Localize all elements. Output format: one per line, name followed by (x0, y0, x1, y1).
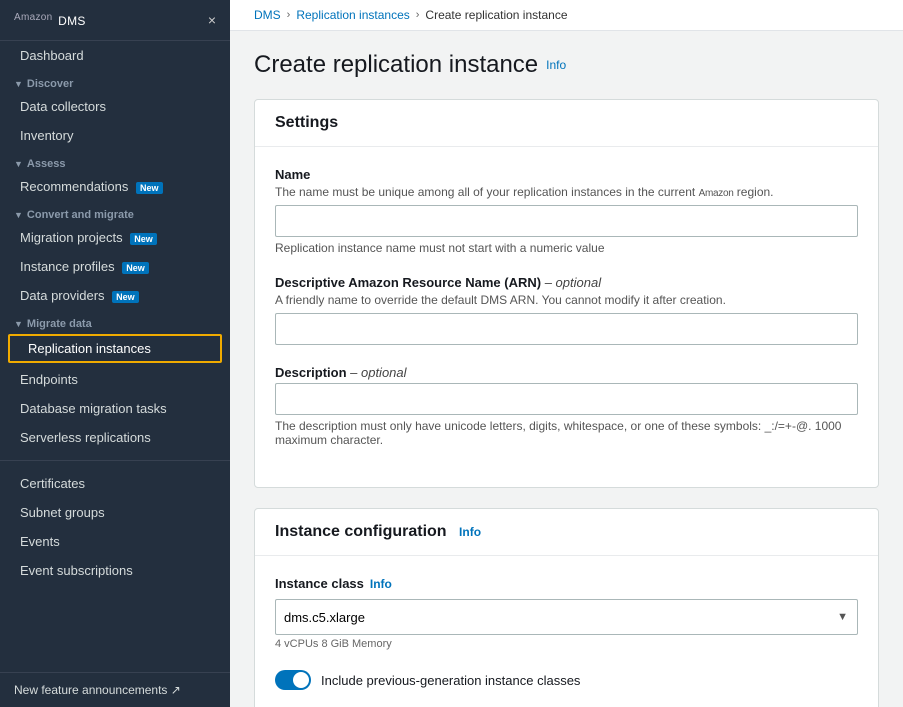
instance-profiles-badge: New (122, 262, 149, 274)
sidebar-item-replication-instances[interactable]: Replication instances (8, 334, 222, 363)
sidebar-logo: Amazon DMS (14, 12, 86, 28)
logo-prefix: Amazon (14, 12, 53, 23)
arn-desc: A friendly name to override the default … (275, 293, 858, 307)
previous-gen-toggle-row: Include previous-generation instance cla… (275, 670, 858, 690)
description-field-group: Description – optional The description m… (275, 365, 858, 447)
sidebar-divider-1 (0, 460, 230, 461)
sidebar-section-convert[interactable]: Convert and migrate (0, 201, 230, 223)
sidebar-item-subnet-groups[interactable]: Subnet groups (0, 498, 230, 527)
arn-input[interactable] (275, 313, 858, 345)
breadcrumb-replication-instances[interactable]: Replication instances (296, 8, 409, 22)
sidebar-header: Amazon DMS × (0, 0, 230, 41)
instance-config-card: Instance configuration Info Instance cla… (254, 508, 879, 707)
instance-config-body: Instance class Info dms.c5.xlarge dms.c5… (255, 556, 878, 707)
instance-class-info-link[interactable]: Info (370, 577, 392, 591)
content-area: Create replication instance Info Setting… (230, 31, 903, 707)
sidebar-item-data-providers[interactable]: Data providers New (0, 281, 230, 310)
breadcrumb: DMS › Replication instances › Create rep… (230, 0, 903, 31)
sidebar-close-button[interactable]: × (208, 12, 216, 28)
amazon-small-text: Amazon (699, 188, 734, 199)
settings-header: Settings (255, 100, 878, 147)
settings-title: Settings (275, 114, 858, 132)
sidebar-item-migration-projects[interactable]: Migration projects New (0, 223, 230, 252)
name-input[interactable] (275, 205, 858, 237)
sidebar-section-migrate[interactable]: Migrate data (0, 310, 230, 332)
data-providers-badge: New (112, 291, 139, 303)
arn-optional: – optional (545, 275, 601, 290)
sidebar-item-events[interactable]: Events (0, 527, 230, 556)
migration-projects-badge: New (130, 233, 157, 245)
instance-class-select-wrapper: dms.c5.xlarge dms.c5.2xlarge dms.c5.4xla… (275, 599, 858, 635)
name-field-group: Name The name must be unique among all o… (275, 167, 858, 255)
main-content: DMS › Replication instances › Create rep… (230, 0, 903, 707)
sidebar-item-endpoints[interactable]: Endpoints (0, 365, 230, 394)
recommendations-badge: New (136, 182, 163, 194)
description-label: Description – optional (275, 365, 858, 380)
previous-gen-label: Include previous-generation instance cla… (321, 673, 580, 688)
sidebar-item-certificates[interactable]: Certificates (0, 469, 230, 498)
breadcrumb-current: Create replication instance (425, 8, 567, 22)
sidebar-section-discover[interactable]: Discover (0, 70, 230, 92)
sidebar-item-instance-profiles[interactable]: Instance profiles New (0, 252, 230, 281)
sidebar-item-db-migration-tasks[interactable]: Database migration tasks (0, 394, 230, 423)
sidebar: Amazon DMS × Dashboard Discover Data col… (0, 0, 230, 707)
instance-config-title: Instance configuration Info (275, 523, 858, 541)
name-desc: The name must be unique among all of you… (275, 185, 858, 199)
instance-config-header: Instance configuration Info (255, 509, 878, 556)
arn-field-group: Descriptive Amazon Resource Name (ARN) –… (275, 275, 858, 345)
breadcrumb-sep-2: › (416, 9, 420, 21)
desc-hint: The description must only have unicode l… (275, 419, 858, 447)
previous-gen-toggle[interactable] (275, 670, 311, 690)
instance-class-group: Instance class Info dms.c5.xlarge dms.c5… (275, 576, 858, 650)
sidebar-item-dashboard[interactable]: Dashboard (0, 41, 230, 70)
sidebar-item-data-collectors[interactable]: Data collectors (0, 92, 230, 121)
instance-class-label: Instance class Info (275, 576, 858, 591)
settings-card: Settings Name The name must be unique am… (254, 99, 879, 488)
instance-class-desc: 4 vCPUs 8 GiB Memory (275, 638, 858, 650)
page-info-link[interactable]: Info (546, 58, 566, 72)
instance-config-info-link[interactable]: Info (459, 525, 481, 539)
sidebar-item-inventory[interactable]: Inventory (0, 121, 230, 150)
name-hint: Replication instance name must not start… (275, 241, 858, 255)
page-header: Create replication instance Info (254, 51, 879, 79)
page-title: Create replication instance (254, 51, 538, 79)
sidebar-item-recommendations[interactable]: Recommendations New (0, 172, 230, 201)
sidebar-item-serverless-replications[interactable]: Serverless replications (0, 423, 230, 452)
description-input[interactable] (275, 383, 858, 415)
desc-optional: – optional (350, 365, 406, 380)
sidebar-section-assess[interactable]: Assess (0, 150, 230, 172)
breadcrumb-dms[interactable]: DMS (254, 8, 281, 22)
name-label: Name (275, 167, 858, 182)
sidebar-new-features[interactable]: New feature announcements ↗ (0, 672, 230, 707)
breadcrumb-sep-1: › (287, 9, 291, 21)
arn-label: Descriptive Amazon Resource Name (ARN) –… (275, 275, 858, 290)
instance-class-select[interactable]: dms.c5.xlarge dms.c5.2xlarge dms.c5.4xla… (275, 599, 858, 635)
sidebar-item-event-subscriptions[interactable]: Event subscriptions (0, 556, 230, 585)
settings-body: Name The name must be unique among all o… (255, 147, 878, 487)
